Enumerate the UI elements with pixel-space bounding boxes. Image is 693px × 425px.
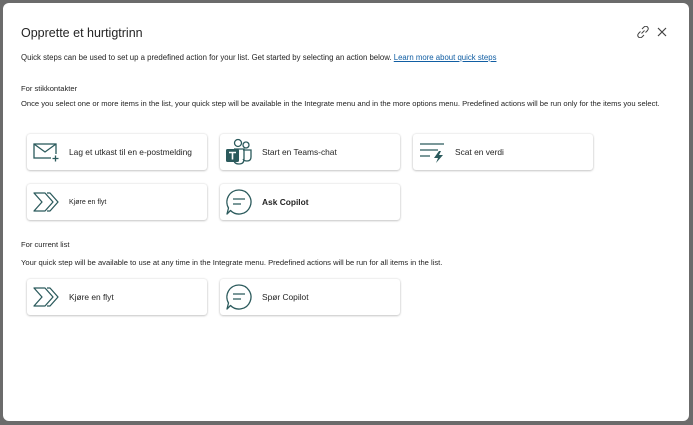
close-icon[interactable] bbox=[654, 24, 670, 40]
teams-icon bbox=[224, 137, 254, 167]
card-run-flow-list[interactable]: Kjøre en flyt bbox=[27, 279, 207, 315]
card-label: Scat en verdi bbox=[455, 147, 504, 157]
flow-icon bbox=[31, 282, 61, 312]
card-label: Start en Teams-chat bbox=[262, 147, 337, 157]
dialog-title: Opprette et hurtigtrinn bbox=[21, 26, 143, 40]
card-label: Kjøre en flyt bbox=[69, 292, 114, 302]
card-run-flow[interactable]: Kjøre en flyt bbox=[27, 184, 207, 220]
set-value-icon bbox=[417, 137, 447, 167]
section-description-list: Your quick step will be available to use… bbox=[21, 258, 443, 267]
card-teams-chat[interactable]: Start en Teams-chat bbox=[220, 134, 400, 170]
card-draft-email[interactable]: Lag et utkast til en e-postmelding bbox=[27, 134, 207, 170]
flow-icon bbox=[31, 187, 61, 217]
card-ask-copilot[interactable]: Ask Copilot bbox=[220, 184, 400, 220]
card-label: Kjøre en flyt bbox=[69, 198, 107, 206]
card-label: Ask Copilot bbox=[262, 197, 309, 207]
intro-text: Quick steps can be used to set up a pred… bbox=[21, 53, 496, 62]
learn-more-link[interactable]: Learn more about quick steps bbox=[394, 53, 497, 62]
section-description-items: Once you select one or more items in the… bbox=[21, 99, 660, 108]
intro-description: Quick steps can be used to set up a pred… bbox=[21, 53, 392, 62]
card-ask-copilot-list[interactable]: Spør Copilot bbox=[220, 279, 400, 315]
create-quick-step-dialog: Opprette et hurtigtrinn Quick steps can … bbox=[3, 3, 689, 421]
chat-icon bbox=[224, 187, 254, 217]
link-icon[interactable] bbox=[635, 24, 651, 40]
section-title-list: For current list bbox=[21, 240, 70, 249]
card-label: Lag et utkast til en e-postmelding bbox=[69, 147, 192, 157]
card-label: Spør Copilot bbox=[262, 292, 309, 302]
mail-add-icon bbox=[31, 137, 61, 167]
chat-icon bbox=[224, 282, 254, 312]
card-set-value[interactable]: Scat en verdi bbox=[413, 134, 593, 170]
section-title-items: For stikkontakter bbox=[21, 84, 78, 93]
